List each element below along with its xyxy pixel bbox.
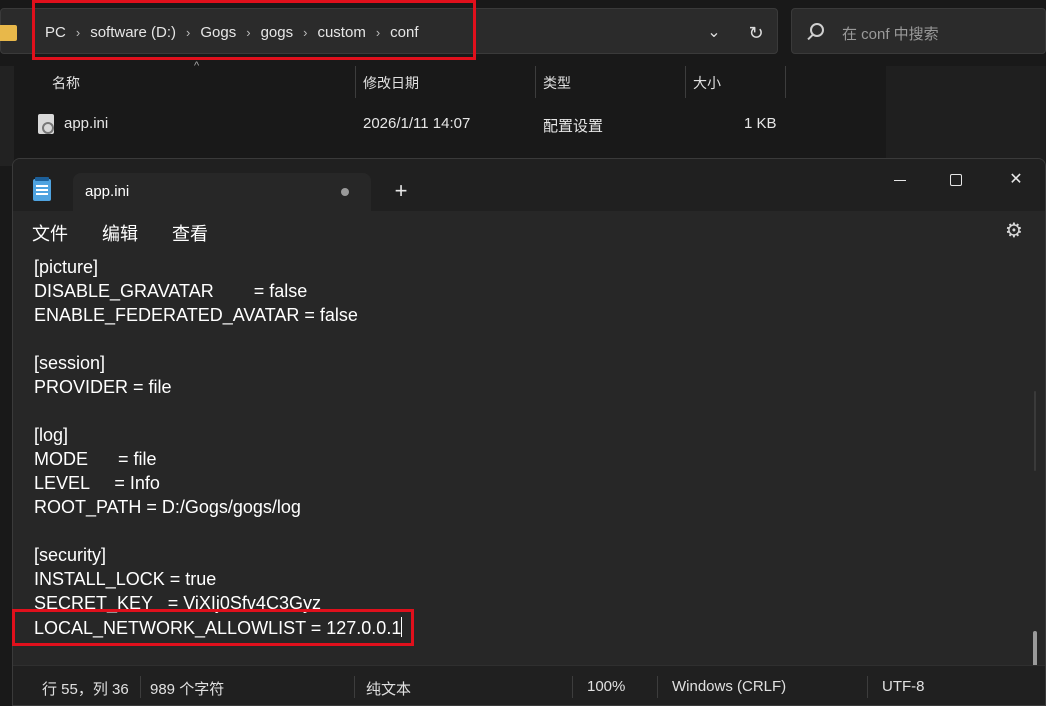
- editor-line-current: LOCAL_NETWORK_ALLOWLIST = 127.0.0.1: [34, 617, 403, 639]
- editor-line: [picture]: [34, 257, 99, 277]
- column-header-modified[interactable]: 修改日期: [363, 73, 419, 93]
- editor-line: INSTALL_LOCK = true: [34, 569, 217, 589]
- column-header-name[interactable]: 名称: [52, 73, 80, 93]
- minimize-button[interactable]: [878, 165, 922, 195]
- maximize-icon: [950, 174, 962, 186]
- unsaved-dot-icon[interactable]: [341, 188, 349, 196]
- refresh-icon[interactable]: ↻: [743, 21, 769, 45]
- editor-line: DISABLE_GRAVATAR = false: [34, 281, 308, 301]
- chevron-right-icon[interactable]: ›: [303, 25, 307, 40]
- chevron-right-icon[interactable]: ›: [76, 25, 80, 40]
- status-encoding[interactable]: UTF-8: [882, 678, 925, 695]
- menu-bar: 文件 编辑 查看 ⚙: [13, 211, 1045, 251]
- search-input[interactable]: 在 conf 中搜索: [791, 8, 1046, 54]
- status-divider: [657, 676, 658, 698]
- status-cursor-position: 行 55，列 36: [42, 681, 129, 698]
- maximize-button[interactable]: [934, 165, 978, 195]
- folder-icon: [0, 25, 17, 41]
- editor-line: LEVEL = Info: [34, 473, 160, 493]
- breadcrumb: PC › software (D:) › Gogs › gogs › custo…: [45, 9, 419, 55]
- address-bar[interactable]: PC › software (D:) › Gogs › gogs › custo…: [0, 8, 778, 54]
- search-placeholder: 在 conf 中搜索: [842, 26, 939, 43]
- breadcrumb-gogs-sub[interactable]: gogs: [261, 24, 294, 41]
- tab-app-ini[interactable]: app.ini: [73, 173, 371, 211]
- column-divider[interactable]: [785, 66, 786, 98]
- text-editor[interactable]: [picture] DISABLE_GRAVATAR = false ENABL…: [13, 251, 1045, 705]
- chevron-right-icon[interactable]: ›: [246, 25, 250, 40]
- column-header-type[interactable]: 类型: [543, 73, 571, 93]
- minimize-icon: [894, 180, 906, 181]
- new-tab-button[interactable]: +: [389, 179, 413, 203]
- notepad-icon: [33, 177, 51, 201]
- tab-title: app.ini: [85, 183, 130, 200]
- editor-line: SECRET_KEY = ViXIj0Sfv4C3Gyz: [34, 593, 321, 613]
- column-divider[interactable]: [685, 66, 686, 98]
- status-divider: [140, 676, 141, 698]
- status-bar: 行 55，列 36 989 个字符 纯文本 100% Windows (CRLF…: [13, 665, 1045, 705]
- status-divider: [572, 676, 573, 698]
- breadcrumb-conf[interactable]: conf: [390, 24, 418, 41]
- breadcrumb-pc[interactable]: PC: [45, 24, 66, 41]
- chevron-down-icon[interactable]: ⌄: [701, 21, 727, 45]
- status-divider: [354, 676, 355, 698]
- close-icon: ✕: [1009, 171, 1023, 188]
- file-size: 1 KB: [744, 115, 777, 132]
- sort-up-icon: ^: [194, 60, 200, 72]
- column-headers: ^ 名称 修改日期 类型 大小: [18, 60, 788, 98]
- file-name: app.ini: [64, 115, 109, 132]
- notepad-window: app.ini + ✕ 文件 编辑 查看 ⚙ [picture] DISABLE…: [12, 158, 1046, 706]
- current-line-text: LOCAL_NETWORK_ALLOWLIST = 127.0.0.1: [34, 618, 402, 638]
- menu-view[interactable]: 查看: [172, 220, 208, 246]
- status-char-count: 989 个字符: [150, 681, 225, 698]
- gear-icon[interactable]: ⚙: [1003, 220, 1025, 242]
- column-header-size[interactable]: 大小: [693, 73, 721, 93]
- details-pane: [886, 66, 1046, 166]
- search-icon: [810, 23, 824, 37]
- editor-line: MODE = file: [34, 449, 157, 469]
- navigation-pane: [0, 66, 14, 166]
- column-divider[interactable]: [535, 66, 536, 98]
- column-divider[interactable]: [355, 66, 356, 98]
- editor-line: ENABLE_FEDERATED_AVATAR = false: [34, 305, 358, 325]
- editor-line: PROVIDER = file: [34, 377, 172, 397]
- status-line-ending[interactable]: Windows (CRLF): [672, 678, 786, 695]
- title-bar[interactable]: app.ini + ✕: [13, 159, 1045, 211]
- chevron-right-icon[interactable]: ›: [186, 25, 190, 40]
- config-file-icon: [38, 114, 54, 134]
- status-format: 纯文本: [366, 681, 412, 698]
- text-caret: [401, 617, 403, 637]
- file-type: 配置设置: [543, 118, 604, 135]
- editor-line: [session]: [34, 353, 106, 373]
- scrollbar-track[interactable]: [1034, 391, 1036, 471]
- file-modified: 2026/1/11 14:07: [363, 115, 471, 132]
- editor-line: [log]: [34, 425, 69, 445]
- breadcrumb-gogs[interactable]: Gogs: [200, 24, 236, 41]
- menu-file[interactable]: 文件: [32, 220, 68, 246]
- breadcrumb-software[interactable]: software (D:): [90, 24, 176, 41]
- file-row[interactable]: app.ini 2026/1/11 14:07 配置设置 1 KB: [18, 108, 788, 140]
- editor-line: [security]: [34, 545, 107, 565]
- status-zoom[interactable]: 100%: [587, 678, 625, 695]
- close-button[interactable]: ✕: [994, 165, 1038, 195]
- status-divider: [867, 676, 868, 698]
- chevron-right-icon[interactable]: ›: [376, 25, 380, 40]
- editor-line: ROOT_PATH = D:/Gogs/gogs/log: [34, 497, 301, 517]
- breadcrumb-custom[interactable]: custom: [317, 24, 365, 41]
- menu-edit[interactable]: 编辑: [102, 220, 138, 246]
